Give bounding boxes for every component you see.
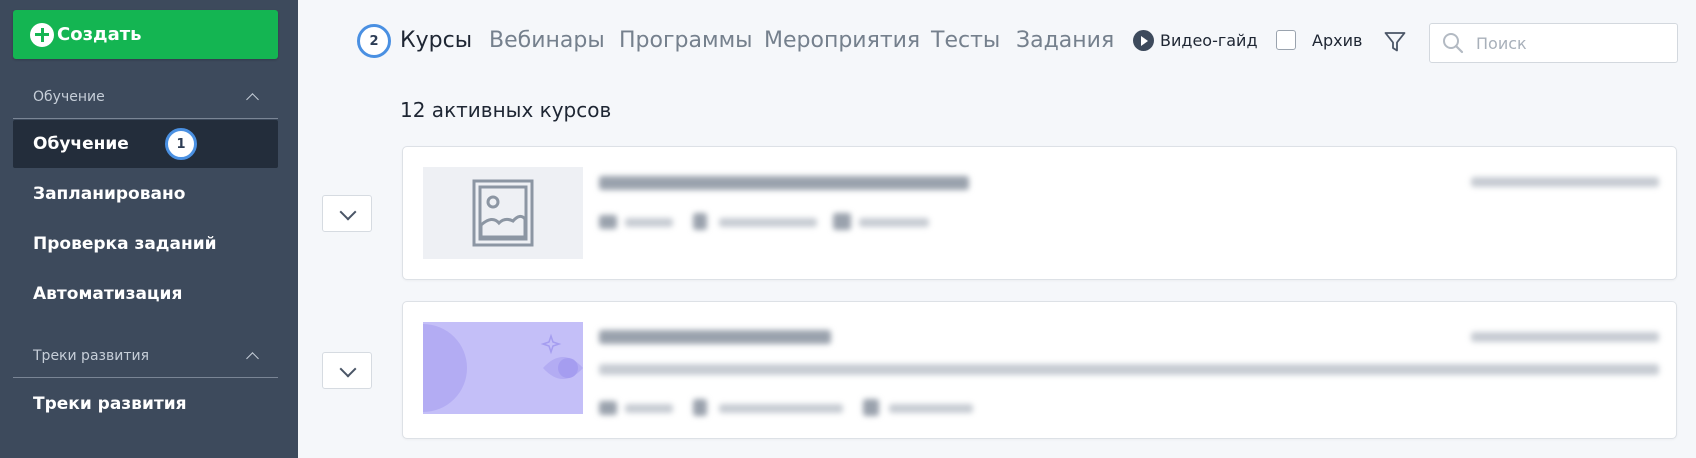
expand-course-button[interactable] [322,352,372,389]
section-title-tracks: Треки развития [33,348,149,364]
course-date-blurred [1471,332,1659,342]
meta-text-blurred [859,218,929,227]
sidebar-item-tracks[interactable]: Треки развития [13,380,278,428]
tab-events[interactable]: Мероприятия [764,28,920,53]
sidebar-item-automation[interactable]: Автоматизация [13,270,278,318]
search-box[interactable] [1429,23,1678,63]
filter-icon[interactable] [1383,30,1407,54]
meta-text-blurred [625,404,673,413]
archive-checkbox[interactable] [1276,30,1296,50]
meta-text-blurred [889,404,973,413]
video-guide-button[interactable]: Видео-гайд [1133,30,1258,51]
meta-icon-blurred [599,401,617,415]
chevron-up-icon [246,350,258,362]
sidebar-item-label: Треки развития [33,394,187,414]
sidebar-item-learning[interactable]: Обучение [13,120,278,168]
divider [13,118,278,119]
play-icon [1133,30,1154,51]
archive-label: Архив [1312,30,1363,50]
search-icon [1443,33,1464,54]
meta-icon-blurred [863,399,879,416]
expand-course-button[interactable] [322,195,372,232]
section-header-learning[interactable]: Обучение [13,82,278,112]
step-badge-1: 1 [165,128,197,160]
divider [13,377,278,378]
sidebar: Создать Обучение Обучение 1 Запланирован… [0,0,298,458]
sidebar-item-task-review[interactable]: Проверка заданий [13,220,278,268]
archive-toggle[interactable]: Архив [1276,30,1362,50]
course-card[interactable] [402,146,1677,280]
tab-assignments[interactable]: Задания [1016,28,1114,53]
course-date-blurred [1471,177,1659,187]
course-thumbnail-placeholder [423,167,583,259]
meta-icon-blurred [693,399,707,416]
sidebar-item-label: Обучение [33,134,129,154]
tab-tests[interactable]: Тесты [931,28,1000,53]
sidebar-item-label: Автоматизация [33,284,183,304]
tab-programs[interactable]: Программы [619,28,753,53]
meta-icon-blurred [833,213,851,230]
meta-text-blurred [719,218,817,227]
create-button-label: Создать [57,24,142,45]
meta-text-blurred [625,218,673,227]
tab-webinars[interactable]: Вебинары [489,28,605,53]
active-courses-count: 12 активных курсов [400,98,612,122]
plus-icon [30,22,54,47]
create-button[interactable]: Создать [13,10,278,59]
section-header-tracks[interactable]: Треки развития [13,341,278,371]
course-cover-illustration [423,322,583,414]
step-badge-2: 2 [357,24,391,58]
chevron-up-icon [246,91,258,103]
meta-icon-blurred [599,215,617,229]
course-description-blurred [599,364,1659,375]
section-title-learning: Обучение [33,89,105,105]
image-placeholder-icon [472,179,534,247]
course-title-blurred [599,176,969,190]
sidebar-item-label: Запланировано [33,184,186,204]
search-input[interactable] [1476,33,1656,53]
video-guide-label: Видео-гайд [1160,31,1258,50]
sidebar-item-label: Проверка заданий [33,234,217,254]
course-thumbnail-image [423,322,583,414]
meta-icon-blurred [693,213,707,230]
chevron-down-icon [340,207,354,221]
course-card[interactable] [402,301,1677,439]
course-title-blurred [599,330,831,344]
sidebar-item-planned[interactable]: Запланировано [13,170,278,218]
chevron-down-icon [340,364,354,378]
meta-text-blurred [719,404,843,413]
tab-courses[interactable]: Курсы [400,28,472,53]
